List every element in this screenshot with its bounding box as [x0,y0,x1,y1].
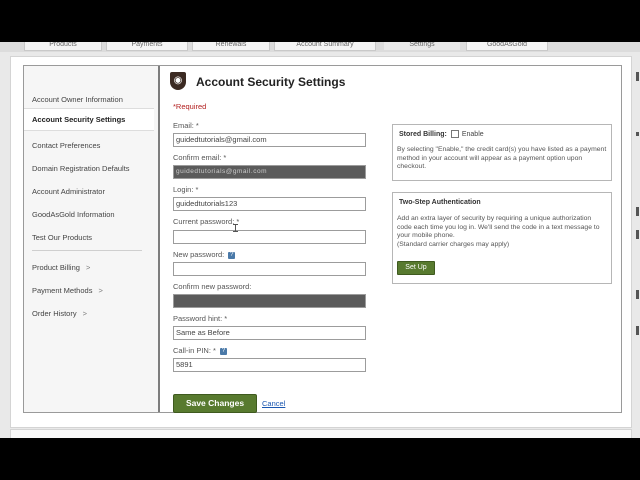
new-password-label: New password:? [173,250,236,259]
tab-account-summary[interactable]: Account Summary [274,42,376,51]
sidebar-item-contact-preferences[interactable]: Contact Preferences [32,141,100,150]
set-up-button[interactable]: Set Up [397,261,435,275]
chevron-right-icon: > [82,309,87,318]
sidebar-item-goodasgold-information[interactable]: GoodAsGold Information [32,210,115,219]
sidebar-item-test-our-products[interactable]: Test Our Products [32,233,92,242]
two-step-description: Add an extra layer of security by requir… [397,215,607,249]
two-step-description-text: Add an extra layer of security by requir… [397,215,600,240]
help-icon[interactable]: ? [219,347,227,355]
sidebar-divider [32,250,142,251]
browser-viewport: Products Payments Renewals Account Summa… [0,42,640,438]
login-label: Login: * [173,185,199,194]
sidebar-item-label: Payment Methods [32,286,93,295]
next-section-strip [10,429,632,438]
enable-checkbox-label: Enable [461,130,484,138]
two-step-box: Two-Step Authentication Add an extra lay… [392,192,612,284]
sidebar-item-payment-methods[interactable]: Payment Methods > [32,286,103,295]
sidebar-item-account-owner-information[interactable]: Account Owner Information [32,95,123,104]
sidebar-item-account-security-settings[interactable]: Account Security Settings [24,108,154,131]
shield-icon: ◉ [170,72,186,90]
sidebar-item-domain-registration-defaults[interactable]: Domain Registration Defaults [32,164,130,173]
edge-glyph [636,72,639,81]
save-changes-button[interactable]: Save Changes [173,394,257,413]
password-hint-field[interactable]: Same as Before [173,326,366,340]
sidebar-item-label: Order History [32,309,77,318]
chevron-right-icon: > [85,263,91,272]
confirm-new-password-label: Confirm new password: [173,282,252,291]
edge-glyph [636,207,639,216]
email-label: Email: * [173,121,199,130]
top-tab-bar: Products Payments Renewals Account Summa… [0,42,640,52]
two-step-title: Two-Step Authentication [399,199,481,206]
sidebar-item-label: Product Billing [32,263,80,272]
settings-panel: Account Owner Information Account Securi… [10,56,632,428]
stored-billing-description: By selecting "Enable," the credit card(s… [397,146,607,171]
text-cursor-icon [233,224,238,232]
cancel-link[interactable]: Cancel [262,399,285,408]
new-password-field[interactable] [173,262,366,276]
confirm-new-password-field[interactable] [173,294,366,308]
page-title: Account Security Settings [196,75,346,89]
stored-billing-title: Stored Billing: Enable [399,130,484,138]
sidebar-item-account-administrator[interactable]: Account Administrator [32,187,105,196]
tab-settings[interactable]: Settings [384,42,460,50]
stored-billing-box: Stored Billing: Enable By selecting "Enab… [392,124,612,181]
stored-billing-title-text: Stored Billing: [399,130,447,138]
email-field[interactable]: guidedtutorials@gmail.com [173,133,366,147]
tab-renewals[interactable]: Renewals [192,42,270,51]
confirm-email-field[interactable]: guidedtutorials@gmail.com [173,165,366,179]
sidebar-item-order-history[interactable]: Order History > [32,309,87,318]
edge-glyph [636,132,639,136]
password-hint-label: Password hint: * [173,314,228,323]
call-in-pin-field[interactable]: 5891 [173,358,366,372]
new-password-label-text: New password: [173,250,225,259]
help-icon[interactable]: ? [228,251,236,259]
sidebar-item-product-billing[interactable]: Product Billing > [32,263,90,272]
call-in-pin-label: Call-in PIN: *? [173,346,227,355]
tab-goodasgold[interactable]: GoodAsGold [466,42,548,51]
edge-glyph [636,290,639,299]
current-password-label: Current password: * [173,217,240,226]
current-password-field[interactable] [173,230,366,244]
right-edge-fragments [633,72,640,402]
chevron-right-icon: > [98,286,103,295]
tab-payments[interactable]: Payments [106,42,188,51]
confirm-email-label: Confirm email: * [173,153,227,162]
call-in-pin-label-text: Call-in PIN: * [173,346,216,355]
edge-glyph [636,230,639,239]
enable-checkbox[interactable] [450,130,459,138]
content-box: Account Owner Information Account Securi… [23,65,622,413]
required-note: *Required [173,102,207,111]
tab-products[interactable]: Products [24,42,102,51]
settings-sidebar: Account Owner Information Account Securi… [24,66,160,412]
two-step-note: (Standard carrier charges may apply) [397,240,510,248]
edge-glyph [636,326,639,335]
login-field[interactable]: guidedtutorials123 [173,197,366,211]
